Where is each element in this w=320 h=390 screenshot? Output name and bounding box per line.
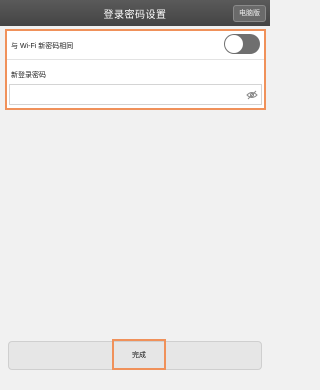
wifi-same-row: 与 Wi-Fi 新密码相同 <box>7 31 264 60</box>
wifi-same-label: 与 Wi-Fi 新密码相同 <box>11 43 74 50</box>
done-button-highlight: 完成 <box>112 339 166 370</box>
pc-version-button[interactable]: 电脑版 <box>233 5 266 22</box>
password-settings-form: 与 Wi-Fi 新密码相同 新登录密码 <box>5 29 266 110</box>
toggle-knob <box>225 35 243 53</box>
eye-icon[interactable] <box>246 90 258 100</box>
new-password-input[interactable] <box>13 87 238 102</box>
new-password-label: 新登录密码 <box>11 72 46 79</box>
wifi-same-toggle[interactable] <box>224 34 260 54</box>
title-bar: 登录密码设置 电脑版 <box>0 0 270 26</box>
new-password-field <box>9 84 262 105</box>
done-button[interactable]: 完成 <box>114 341 164 368</box>
page-title: 登录密码设置 <box>103 10 167 21</box>
